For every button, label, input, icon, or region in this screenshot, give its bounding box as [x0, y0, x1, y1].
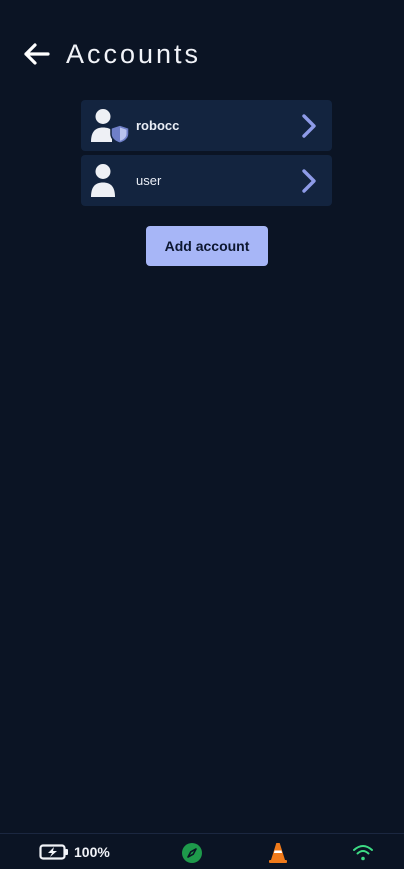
status-bar: 100%	[0, 833, 404, 869]
account-row-user[interactable]: user	[81, 155, 332, 206]
battery-percentage: 100%	[74, 844, 110, 860]
add-account-button[interactable]: Add account	[146, 226, 268, 266]
account-name: robocc	[136, 118, 180, 133]
battery-charging-icon	[39, 844, 68, 860]
traffic-cone-icon	[269, 843, 287, 863]
chevron-right-icon	[302, 169, 316, 193]
chevron-right-icon	[302, 114, 316, 138]
accounts-list: robocc user	[81, 100, 332, 210]
arrow-left-icon	[24, 43, 50, 65]
account-row-robocc[interactable]: robocc	[81, 100, 332, 151]
admin-user-shield-icon	[91, 109, 130, 144]
user-icon	[91, 164, 115, 197]
battery-status: 100%	[39, 844, 110, 860]
compass-icon	[182, 843, 202, 863]
account-name: user	[136, 173, 162, 188]
app-header: Accounts	[0, 0, 404, 100]
back-button[interactable]	[18, 36, 54, 72]
page-title: Accounts	[66, 39, 202, 69]
wifi-icon	[353, 845, 373, 861]
